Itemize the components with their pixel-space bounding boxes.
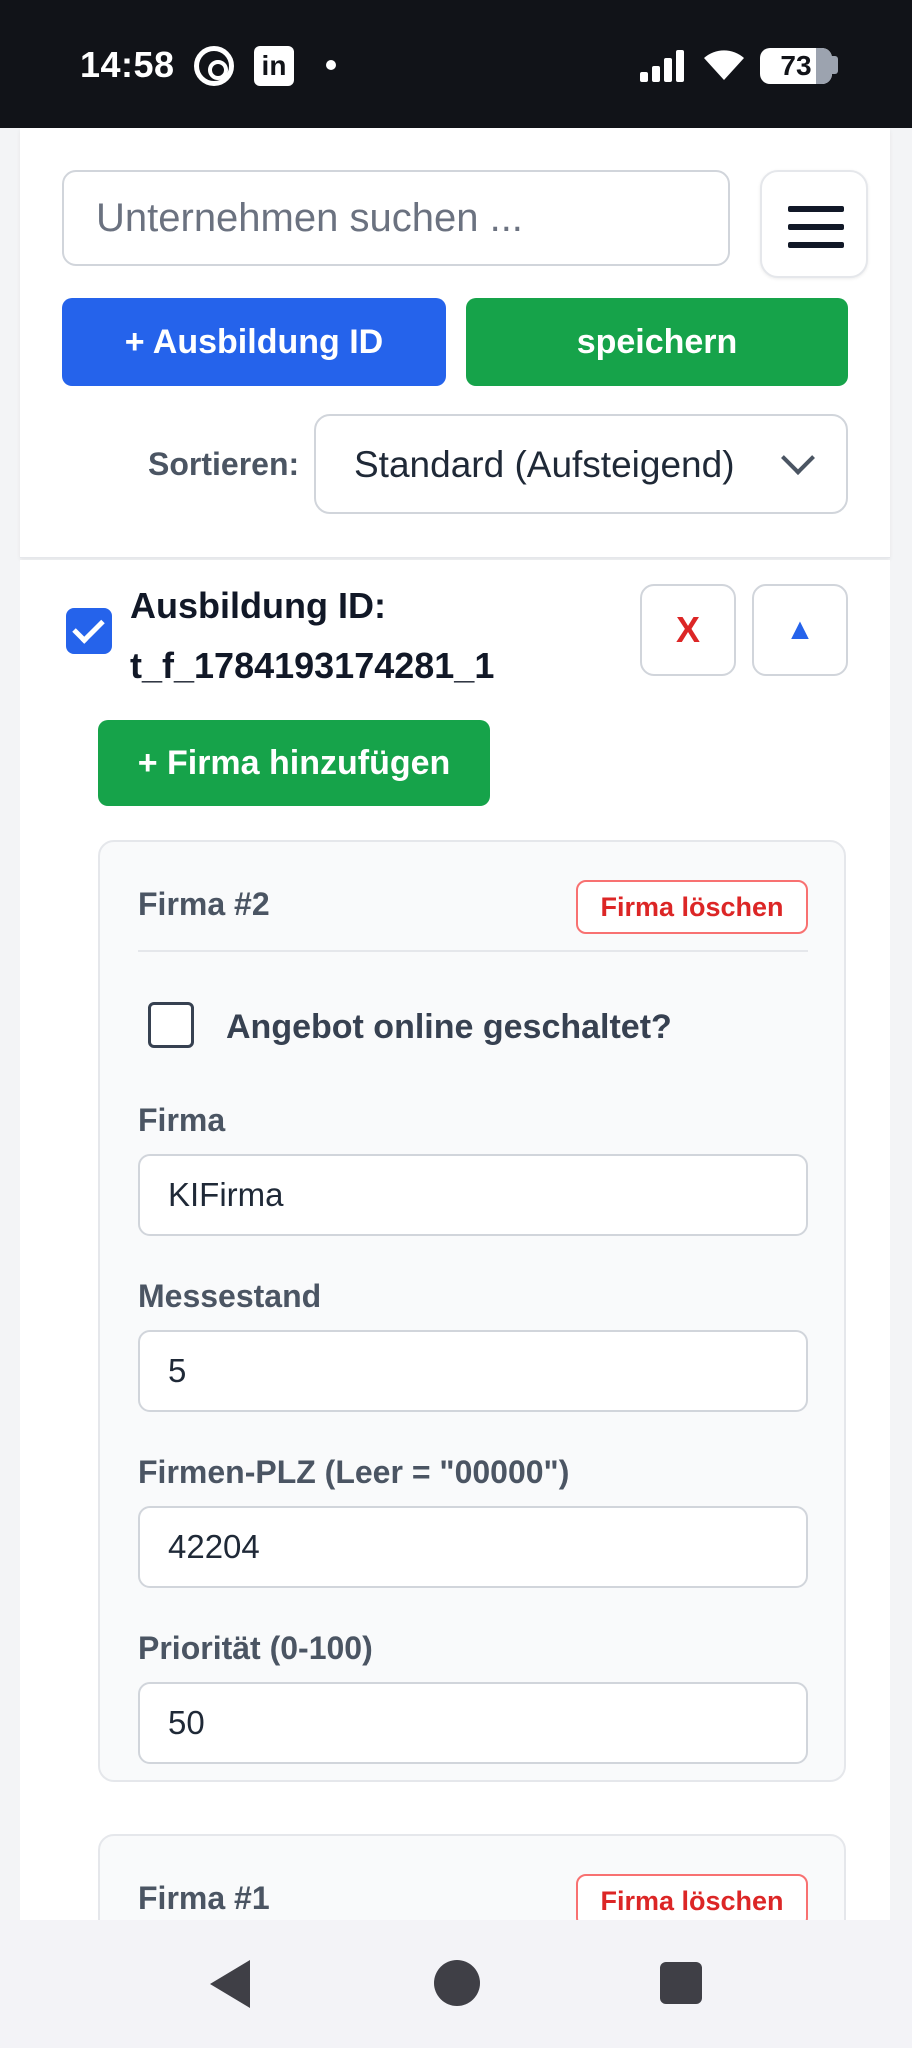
collapse-entry-button[interactable]: ▲ — [752, 584, 848, 676]
wifi-icon — [704, 50, 744, 80]
notification-dot-icon — [326, 60, 336, 70]
sort-select[interactable]: Standard (Aufsteigend) — [314, 414, 848, 514]
back-icon[interactable] — [210, 1960, 250, 2008]
battery-icon: 73 — [760, 48, 832, 84]
status-bar: 14:58 in 73 — [0, 0, 912, 128]
delete-firma-button[interactable]: Firma löschen — [576, 880, 808, 934]
online-checkbox-label: Angebot online geschaltet? — [226, 1008, 672, 1046]
header-card: + Ausbildung ID speichern Sortieren: Sta… — [20, 128, 890, 558]
divider — [138, 950, 808, 952]
linkedin-icon: in — [254, 46, 294, 86]
navigation-bar — [0, 1920, 912, 2048]
add-firma-button[interactable]: + Firma hinzufügen — [98, 720, 490, 806]
plz-label: Firmen-PLZ (Leer = "00000") — [138, 1454, 570, 1490]
menu-icon-line — [788, 224, 844, 230]
status-time: 14:58 — [80, 44, 175, 85]
battery-level: 73 — [780, 50, 812, 81]
ausbildung-entry-panel: Ausbildung ID: t_f_1784193174281_1 X ▲ +… — [20, 560, 890, 2034]
add-ausbildung-id-button[interactable]: + Ausbildung ID — [62, 298, 446, 386]
save-button[interactable]: speichern — [466, 298, 848, 386]
home-icon[interactable] — [434, 1960, 480, 2006]
entry-id: t_f_1784193174281_1 — [130, 645, 495, 686]
entry-title-label: Ausbildung ID: — [130, 585, 386, 626]
search-input[interactable] — [62, 170, 730, 266]
firma-title: Firma #2 — [138, 886, 270, 922]
firma-title: Firma #1 — [138, 1880, 270, 1916]
recent-apps-icon[interactable] — [660, 1962, 702, 2004]
entry-title: Ausbildung ID: t_f_1784193174281_1 — [130, 576, 494, 696]
messestand-input[interactable] — [138, 1330, 808, 1412]
firma-name-label: Firma — [138, 1102, 226, 1138]
delete-entry-button[interactable]: X — [640, 584, 736, 676]
prioritaet-input[interactable] — [138, 1682, 808, 1764]
plz-input[interactable] — [138, 1506, 808, 1588]
hamburger-menu-button[interactable] — [760, 170, 868, 278]
sort-selected-value: Standard (Aufsteigend) — [354, 444, 735, 485]
signal-icon — [640, 50, 684, 82]
online-checkbox[interactable] — [148, 1002, 194, 1048]
prioritaet-label: Priorität (0-100) — [138, 1630, 373, 1666]
menu-icon-line — [788, 206, 844, 212]
firma-card: Firma #2 Firma löschen Angebot online ge… — [98, 840, 846, 1782]
battery-tip — [832, 56, 838, 74]
messestand-label: Messestand — [138, 1278, 322, 1314]
chevron-down-icon — [781, 441, 815, 475]
sort-label: Sortieren: — [148, 446, 300, 482]
menu-icon-line — [788, 242, 844, 248]
entry-checkbox[interactable] — [66, 608, 112, 654]
threads-icon — [194, 46, 234, 86]
firma-name-input[interactable] — [138, 1154, 808, 1236]
